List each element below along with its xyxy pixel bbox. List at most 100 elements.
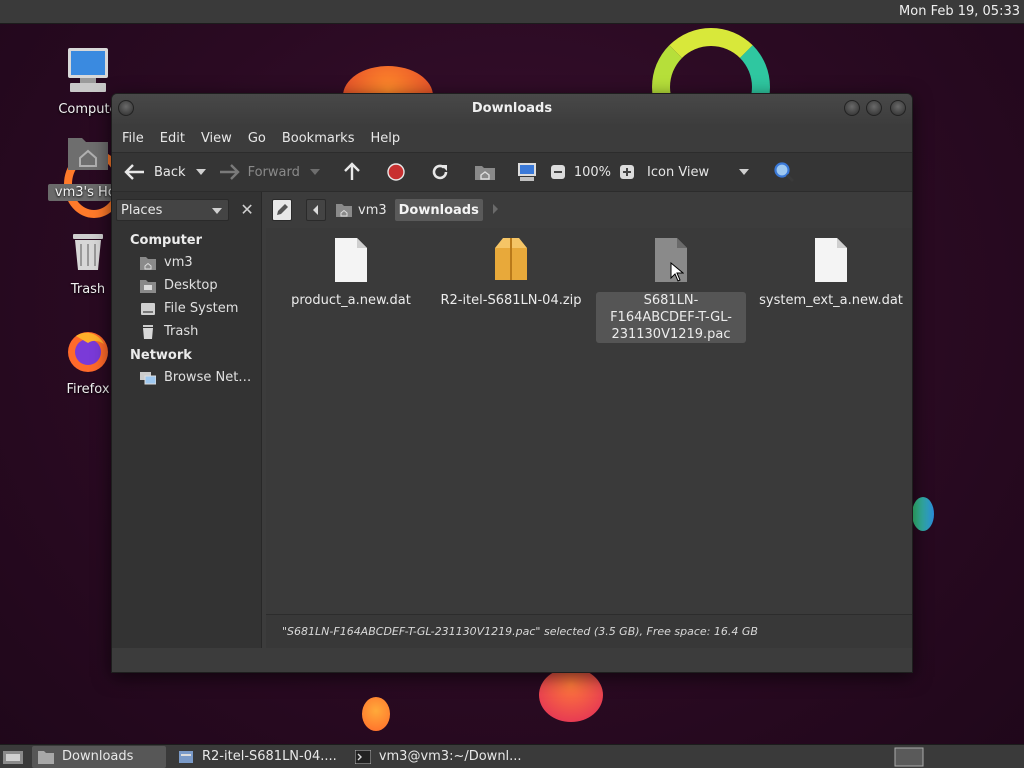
toolbar: Back Forward 100% Icon View bbox=[112, 152, 912, 192]
generic-file-icon bbox=[815, 238, 847, 282]
search-button[interactable] bbox=[769, 157, 799, 187]
sidebar-item-file-system[interactable]: File System bbox=[112, 297, 261, 320]
toggle-location-entry-button[interactable] bbox=[272, 199, 292, 221]
forward-label: Forward bbox=[247, 164, 300, 180]
reload-button[interactable] bbox=[426, 157, 454, 187]
taskbar-item-terminal[interactable]: vm3@vm3:~/Downl... bbox=[349, 746, 528, 768]
back-label: Back bbox=[154, 164, 186, 180]
menubar: File Edit View Go Bookmarks Help bbox=[112, 124, 912, 152]
back-arrow-icon bbox=[124, 164, 144, 180]
menu-file[interactable]: File bbox=[114, 131, 152, 146]
file-name: S681LN- F164ABCDEF-T-GL- 231130V1219.pac bbox=[596, 292, 746, 343]
drive-icon bbox=[141, 302, 155, 315]
sidebar-section-network: Network bbox=[130, 348, 192, 363]
view-mode-select[interactable]: Icon View bbox=[647, 165, 735, 180]
maximize-button[interactable] bbox=[866, 100, 882, 116]
taskbar-item-archive[interactable]: R2-itel-S681LN-04.... bbox=[172, 746, 343, 768]
archive-manager-icon bbox=[179, 750, 193, 763]
sidebar-item-label: File System bbox=[164, 301, 239, 316]
up-button[interactable] bbox=[338, 157, 366, 187]
sidebar-item-vm3[interactable]: vm3 bbox=[112, 251, 261, 274]
file-icon-view[interactable]: product_a.new.dat R2-itel-S681LN-04.zip … bbox=[266, 228, 912, 614]
breadcrumb-right-arrow[interactable] bbox=[491, 203, 499, 218]
file-manager-window[interactable]: Downloads File Edit View Go Bookmarks He… bbox=[111, 93, 913, 673]
chevron-down-icon bbox=[212, 208, 223, 214]
terminal-icon bbox=[354, 749, 371, 764]
taskbar-item-downloads[interactable]: Downloads bbox=[32, 745, 166, 768]
wallpaper-small-blob bbox=[362, 697, 390, 731]
trash-icon bbox=[143, 324, 153, 339]
back-button[interactable]: Back bbox=[120, 157, 190, 187]
generic-file-icon bbox=[335, 238, 367, 282]
computer-icon bbox=[517, 163, 536, 181]
menu-help[interactable]: Help bbox=[362, 131, 408, 146]
file-item[interactable]: system_ext_a.new.dat bbox=[756, 238, 906, 309]
taskbar-item-label: vm3@vm3:~/Downl... bbox=[378, 749, 522, 764]
home-folder-icon bbox=[140, 256, 156, 270]
sidebar-item-label: Trash bbox=[164, 324, 199, 339]
sidebar-item-label: Browse Net… bbox=[164, 370, 252, 385]
zoom-in-icon bbox=[620, 165, 635, 179]
breadcrumb-vm3[interactable]: vm3 bbox=[332, 199, 391, 221]
home-folder-icon bbox=[68, 138, 108, 170]
main-pane: vm3 Downloads product_a.new.dat R2-itel-… bbox=[266, 192, 912, 648]
computer-icon bbox=[68, 48, 108, 92]
wallpaper-bottom-blob bbox=[539, 668, 603, 722]
minimize-button[interactable] bbox=[844, 100, 860, 116]
sidebar-type-select[interactable]: Places bbox=[116, 199, 230, 221]
computer-button[interactable] bbox=[512, 157, 542, 187]
file-item[interactable]: product_a.new.dat bbox=[276, 238, 426, 309]
home-button[interactable] bbox=[470, 157, 500, 187]
menu-bookmarks[interactable]: Bookmarks bbox=[274, 131, 363, 146]
sidebar-item-browse-network[interactable]: Browse Net… bbox=[112, 366, 261, 389]
back-history-dropdown[interactable] bbox=[195, 169, 206, 175]
zoom-in-button[interactable] bbox=[615, 157, 639, 187]
zoom-out-icon bbox=[550, 165, 565, 179]
view-mode-dropdown-arrow[interactable] bbox=[739, 169, 750, 175]
show-desktop-icon[interactable] bbox=[2, 748, 24, 766]
mouse-pointer-icon bbox=[670, 262, 684, 282]
taskbar: Downloads R2-itel-S681LN-04.... vm3@vm3:… bbox=[0, 744, 1024, 768]
forward-history-dropdown[interactable] bbox=[309, 169, 320, 175]
workspace-switcher-icon[interactable] bbox=[894, 747, 924, 767]
file-name: product_a.new.dat bbox=[291, 293, 411, 308]
file-item-selected[interactable]: S681LN- F164ABCDEF-T-GL- 231130V1219.pac bbox=[596, 238, 746, 343]
window-content: Places ✕ Computer vm3 Desktop File Syste… bbox=[112, 192, 912, 648]
breadcrumb-downloads[interactable]: Downloads bbox=[394, 199, 483, 221]
stop-button[interactable] bbox=[382, 157, 410, 187]
wallpaper-teal-blob bbox=[912, 497, 934, 531]
sidebar-item-label: vm3 bbox=[164, 255, 193, 270]
close-icon[interactable]: ✕ bbox=[237, 200, 257, 220]
sidebar-item-trash[interactable]: Trash bbox=[112, 320, 261, 343]
taskbar-item-label: R2-itel-S681LN-04.... bbox=[202, 749, 337, 764]
archive-file-icon bbox=[495, 238, 527, 280]
firefox-icon bbox=[68, 332, 108, 372]
window-menu-button[interactable] bbox=[118, 100, 134, 116]
clock[interactable]: Mon Feb 19, 05:33 bbox=[899, 4, 1020, 19]
breadcrumb-label: Downloads bbox=[398, 202, 479, 218]
sidebar: Places ✕ Computer vm3 Desktop File Syste… bbox=[112, 192, 262, 648]
taskbar-item-label: Downloads bbox=[62, 749, 134, 764]
chevron-left-icon bbox=[313, 205, 318, 215]
sidebar-type-label: Places bbox=[121, 202, 163, 218]
network-icon bbox=[140, 371, 156, 384]
file-item[interactable]: R2-itel-S681LN-04.zip bbox=[436, 238, 586, 309]
zoom-level: 100% bbox=[573, 164, 612, 180]
zoom-out-button[interactable] bbox=[546, 157, 570, 187]
breadcrumb-label: vm3 bbox=[358, 202, 387, 218]
menu-edit[interactable]: Edit bbox=[152, 131, 193, 146]
forward-button[interactable]: Forward bbox=[214, 157, 304, 187]
folder-icon bbox=[38, 750, 54, 764]
sidebar-item-desktop[interactable]: Desktop bbox=[112, 274, 261, 297]
status-bar: "S681LN-F164ABCDEF-T-GL-231130V1219.pac"… bbox=[266, 614, 912, 648]
window-titlebar[interactable]: Downloads bbox=[112, 94, 912, 124]
close-button[interactable] bbox=[890, 100, 906, 116]
menu-go[interactable]: Go bbox=[240, 131, 274, 146]
breadcrumb-left-arrow[interactable] bbox=[306, 199, 326, 221]
menu-view[interactable]: View bbox=[193, 131, 240, 146]
desktop-folder-icon bbox=[140, 279, 156, 293]
sidebar-item-label: Desktop bbox=[164, 278, 218, 293]
sidebar-section-computer: Computer bbox=[130, 233, 203, 248]
chevron-right-icon bbox=[492, 203, 498, 214]
file-name: system_ext_a.new.dat bbox=[759, 293, 903, 308]
